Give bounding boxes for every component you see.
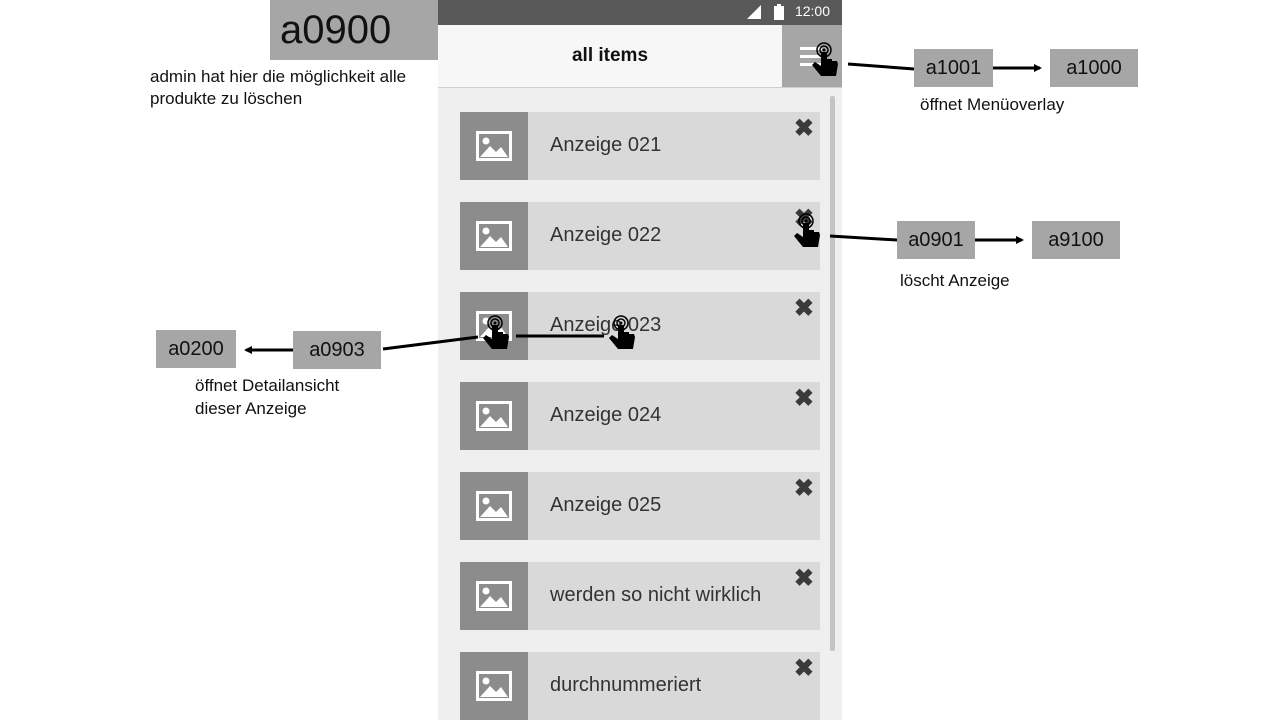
action-id-box: a0901 [897,221,975,259]
tap-hand-icon [608,315,636,350]
action-id: a1001 [925,56,982,79]
target-id: a0200 [168,337,224,360]
target-id-box: a0200 [156,330,236,368]
action-id-box: a1001 [914,49,993,87]
tap-hand-icon [793,213,821,248]
action-id-box: a0903 [293,331,381,369]
action-id: a0903 [309,338,365,361]
detail-description-line1: öffnet Detailansicht [195,376,340,395]
connector-line [847,62,915,71]
detail-description-line2: dieser Anzeige [195,399,307,418]
connector-line [829,234,898,242]
target-id: a1000 [1066,56,1122,79]
menu-description: öffnet Menüoverlay [920,95,1065,114]
target-id-box: a9100 [1032,221,1120,259]
connector-line [382,335,479,351]
delete-description: löscht Anzeige [900,271,1010,290]
tap-hand-icon [811,42,839,77]
action-id: a0901 [908,228,964,251]
tap-hand-icon [482,315,510,350]
target-id-box: a1000 [1050,49,1138,87]
target-id: a9100 [1048,228,1104,251]
